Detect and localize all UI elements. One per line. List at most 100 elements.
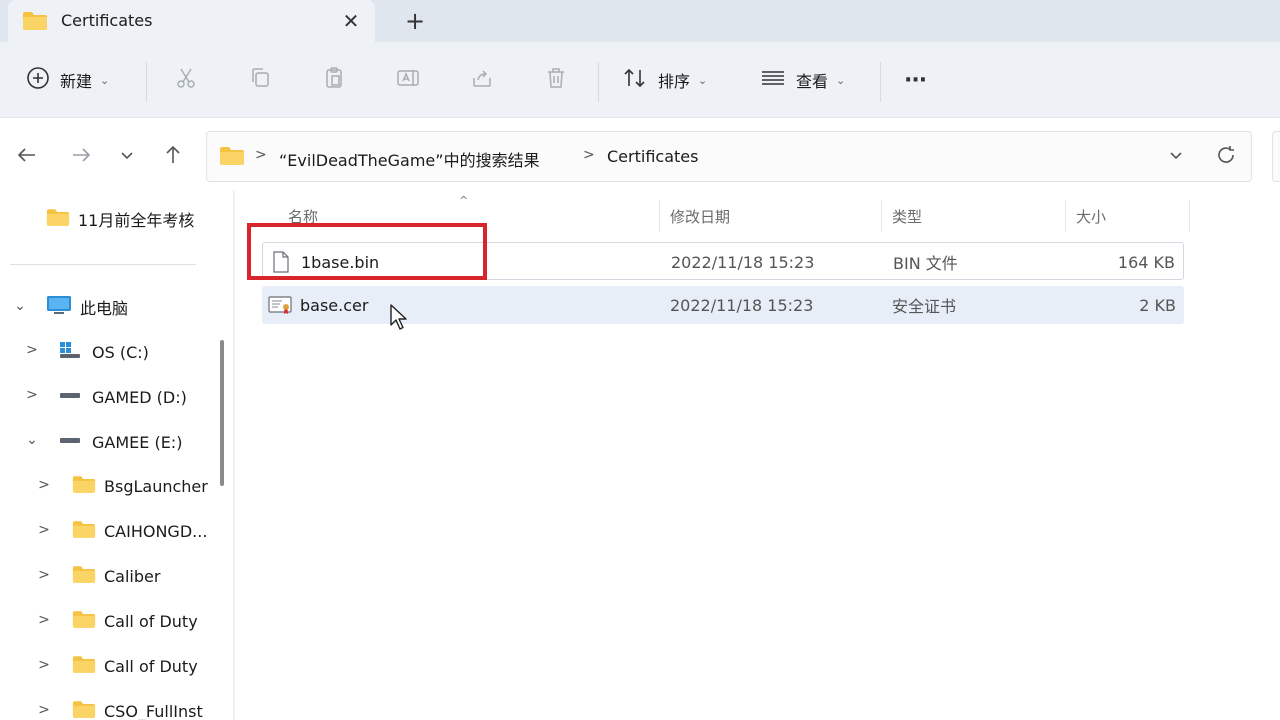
chevron-right-icon[interactable]: >: [36, 702, 52, 718]
chevron-right-icon[interactable]: >: [36, 522, 52, 538]
divider: [598, 62, 599, 102]
arrow-left-icon: [16, 144, 38, 170]
tab-bar: Certificates ✕ +: [0, 0, 1280, 42]
nav-quick-item[interactable]: 11月前全年考核: [46, 202, 194, 236]
highlight-annotation: [247, 223, 487, 280]
chevron-right-icon[interactable]: >: [36, 477, 52, 493]
address-dropdown-icon[interactable]: [1167, 146, 1185, 168]
file-name: base.cer: [300, 295, 369, 315]
new-tab-button[interactable]: +: [400, 6, 430, 36]
chevron-right-icon[interactable]: >: [24, 342, 40, 358]
chevron-down-icon: ⌄: [836, 73, 846, 87]
rename-button[interactable]: [396, 62, 420, 98]
clipboard-icon: [322, 66, 346, 94]
chevron-down-icon[interactable]: ⌄: [12, 298, 28, 314]
breadcrumb-search-results[interactable]: “EvilDeadTheGame”中的搜索结果: [279, 147, 540, 171]
nav-folder[interactable]: Call of Duty: [72, 604, 198, 638]
file-type: BIN 文件: [893, 254, 958, 273]
address-bar[interactable]: > “EvilDeadTheGame”中的搜索结果 > Certificates: [206, 131, 1252, 182]
pane-splitter[interactable]: [233, 190, 235, 720]
folder-icon: [219, 146, 245, 170]
mouse-cursor-icon: [389, 303, 411, 335]
windows-drive-icon: [58, 340, 82, 364]
tab-certificates[interactable]: Certificates ✕: [8, 0, 375, 42]
drive-icon: [58, 430, 82, 454]
file-size: 2 KB: [1139, 295, 1176, 315]
computer-icon: [46, 294, 72, 320]
view-button[interactable]: 查看 ⌄: [760, 62, 845, 98]
arrow-right-icon: [70, 144, 92, 170]
folder-icon: [72, 655, 96, 678]
folder-icon: [46, 208, 70, 231]
paste-button[interactable]: [322, 62, 346, 98]
nav-divider: [10, 264, 196, 265]
column-date[interactable]: 修改日期: [670, 198, 730, 234]
nav-folder[interactable]: BsgLauncher: [72, 469, 208, 503]
copy-icon: [248, 66, 272, 94]
nav-folder[interactable]: Caliber: [72, 559, 160, 593]
column-size[interactable]: 大小: [1076, 198, 1106, 234]
command-bar: 新建 ⌄ 排序 ⌄ 查看 ⌄ ···: [0, 42, 1280, 118]
folder-icon: [22, 11, 48, 35]
copy-button[interactable]: [248, 62, 272, 98]
back-button[interactable]: [12, 142, 42, 172]
nav-scrollbar[interactable]: [220, 340, 224, 486]
delete-button[interactable]: [544, 62, 568, 98]
chevron-down-icon[interactable]: ⌄: [24, 432, 40, 448]
plus-circle-icon: [26, 66, 50, 94]
file-date: 2022/11/18 15:23: [670, 295, 814, 315]
share-button[interactable]: [470, 62, 494, 98]
divider: [880, 62, 881, 102]
breadcrumb-current[interactable]: Certificates: [607, 147, 698, 166]
nav-drive-d[interactable]: GAMED (D:): [58, 380, 187, 414]
up-button[interactable]: [158, 142, 188, 172]
folder-icon: [72, 475, 96, 498]
folder-icon: [72, 565, 96, 588]
cut-button[interactable]: [174, 62, 198, 98]
file-type: 安全证书: [892, 297, 957, 316]
drive-icon: [58, 385, 82, 409]
forward-button[interactable]: [66, 142, 96, 172]
folder-icon: [72, 610, 96, 633]
file-size: 164 KB: [1117, 252, 1175, 272]
nav-folder[interactable]: CSO_FullInst: [72, 694, 203, 720]
chevron-right-icon[interactable]: >: [255, 147, 267, 163]
nav-folder[interactable]: CAIHONGD...: [72, 514, 207, 548]
refresh-icon[interactable]: [1215, 144, 1237, 170]
new-button[interactable]: 新建 ⌄: [26, 62, 109, 98]
column-divider[interactable]: [1189, 200, 1190, 232]
sort-label: 排序: [658, 72, 691, 91]
chevron-down-icon: [118, 146, 136, 168]
scissors-icon: [174, 66, 198, 94]
rename-icon: [396, 66, 420, 94]
share-icon: [470, 66, 494, 94]
view-list-icon: [760, 66, 786, 94]
nav-this-pc[interactable]: 此电脑: [46, 290, 128, 324]
chevron-right-icon[interactable]: >: [24, 387, 40, 403]
chevron-right-icon[interactable]: >: [583, 147, 595, 163]
view-label: 查看: [796, 72, 829, 91]
recent-locations-button[interactable]: [112, 142, 142, 172]
column-type[interactable]: 类型: [892, 198, 922, 234]
file-date: 2022/11/18 15:23: [671, 252, 815, 272]
chevron-right-icon[interactable]: >: [36, 567, 52, 583]
chevron-down-icon: ⌄: [100, 73, 110, 87]
folder-icon: [72, 700, 96, 720]
nav-folder[interactable]: Call of Duty: [72, 649, 198, 683]
close-icon[interactable]: ✕: [338, 9, 364, 33]
chevron-right-icon[interactable]: >: [36, 657, 52, 673]
sort-arrows-icon: [622, 66, 648, 94]
column-divider[interactable]: [1065, 200, 1066, 232]
search-box[interactable]: [1272, 131, 1280, 182]
navigation-pane: 11月前全年考核 ⌄ 此电脑 > OS (C:) > GAMED (D:) ⌄ …: [0, 190, 232, 720]
column-divider[interactable]: [659, 200, 660, 232]
column-divider[interactable]: [881, 200, 882, 232]
nav-drive-c[interactable]: OS (C:): [58, 335, 149, 369]
trash-icon: [544, 66, 568, 94]
chevron-right-icon[interactable]: >: [36, 612, 52, 628]
nav-drive-e[interactable]: GAMEE (E:): [58, 425, 182, 459]
folder-icon: [72, 520, 96, 543]
divider: [146, 62, 147, 102]
more-options-button[interactable]: ···: [904, 62, 927, 98]
sort-button[interactable]: 排序 ⌄: [622, 62, 707, 98]
